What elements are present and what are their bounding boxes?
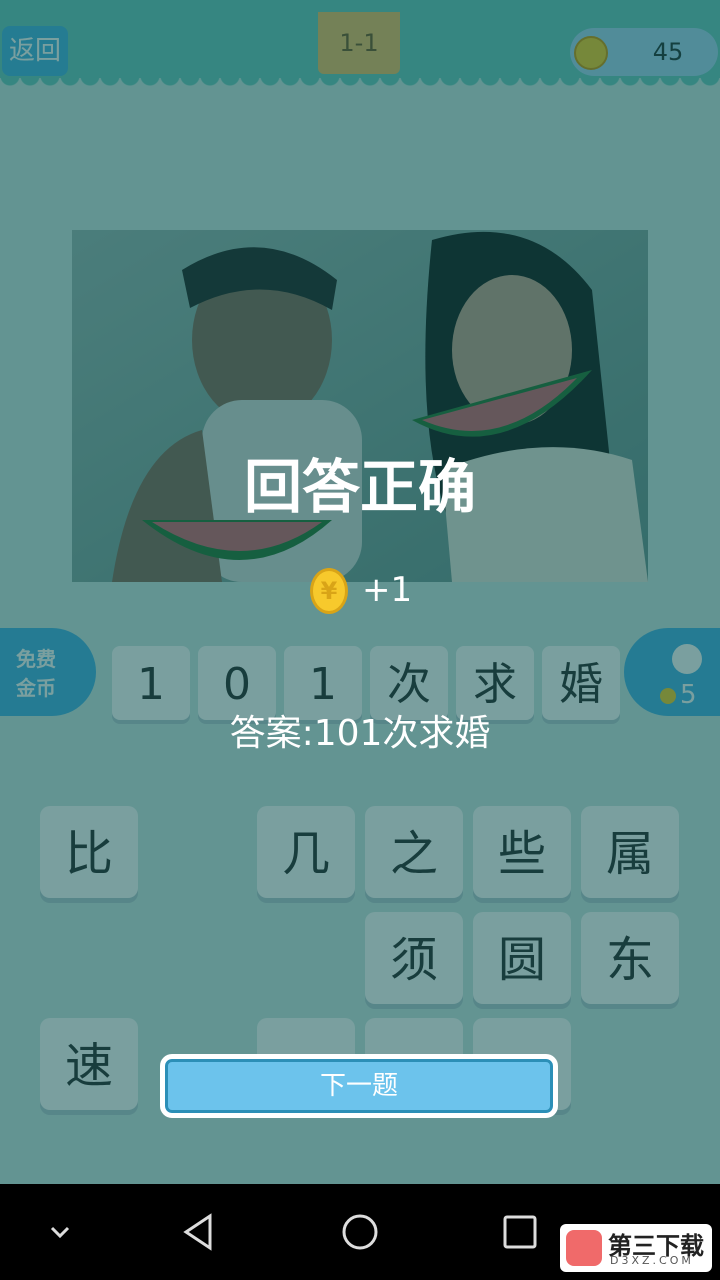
game-screen: 返回 1-1 45 [0, 0, 720, 1184]
logo-icon [566, 1230, 602, 1266]
back-triangle-icon[interactable] [176, 1208, 224, 1256]
reward-amount: +1 [362, 570, 413, 610]
watermark-subtitle: D3XZ.COM [610, 1254, 694, 1267]
home-circle-icon[interactable] [336, 1208, 384, 1256]
correct-answer: 答案:101次求婚 [229, 713, 491, 754]
result-title: 回答正确 [243, 453, 476, 521]
recents-square-icon[interactable] [496, 1208, 544, 1256]
watermark-logo: 第三下载 D3XZ.COM [560, 1224, 712, 1272]
next-question-button[interactable]: 下一题 [160, 1054, 558, 1118]
result-overlay [0, 0, 720, 1184]
chevron-down-icon[interactable] [36, 1208, 84, 1256]
yuan-coin-icon: ¥ [310, 568, 348, 614]
